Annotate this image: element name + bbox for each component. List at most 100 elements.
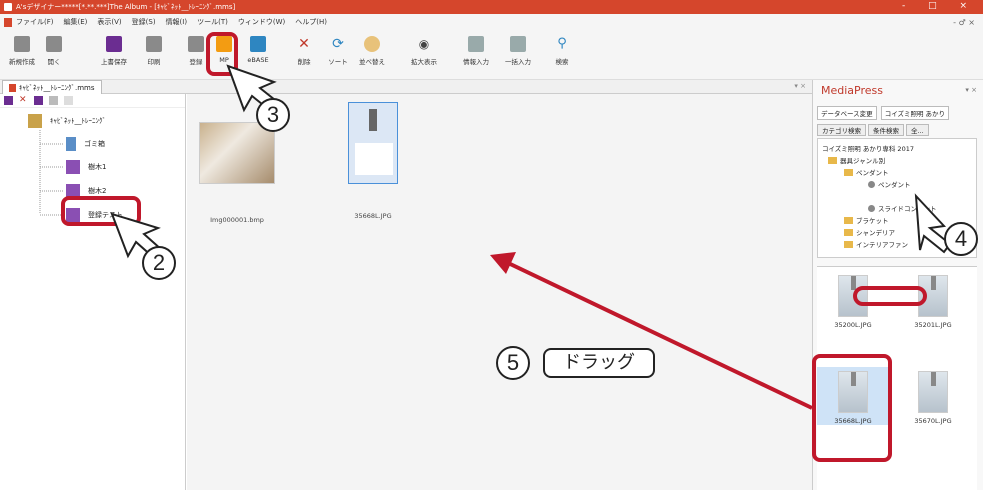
- highlight-result-item: [812, 354, 892, 462]
- register-label: 登録: [189, 58, 203, 66]
- result-image: [918, 371, 948, 413]
- sort-icon: ⟳: [332, 36, 344, 52]
- print-label: 印刷: [147, 58, 161, 66]
- search-icon: ⚲: [557, 36, 567, 51]
- tab-condition-search[interactable]: 条件検索: [868, 124, 904, 136]
- info-input-button[interactable]: 情報入力: [458, 36, 494, 76]
- new-button[interactable]: 新規作成: [4, 36, 40, 76]
- document-tab-bar: ｷｬﾋﾞﾈｯﾄ__ﾄﾚｰﾆﾝｸﾞ.mms ▾ ×: [0, 80, 812, 94]
- category-label: シャンデリア: [856, 229, 895, 237]
- open-label: 開く: [47, 58, 61, 66]
- menu-info[interactable]: 情報(I): [166, 17, 188, 27]
- bullet-icon: [868, 204, 875, 212]
- database-change-button[interactable]: データベース変更: [817, 106, 877, 120]
- print-button[interactable]: 印刷: [136, 36, 172, 76]
- thumbnail-image: [199, 122, 275, 184]
- document-tab-icon: [9, 83, 16, 92]
- zoom-view-label: 拡大表示: [411, 58, 437, 66]
- search-label: 検索: [555, 58, 569, 66]
- zoom-view-icon: ◉: [418, 37, 430, 51]
- delete-label: 削除: [297, 58, 311, 66]
- tab-all[interactable]: 全...: [906, 124, 929, 136]
- open-button[interactable]: 開く: [36, 36, 72, 76]
- save-button[interactable]: 上書保存: [96, 36, 132, 76]
- category-bracket[interactable]: ブラケット: [844, 215, 889, 225]
- rearrange-icon: [364, 36, 380, 52]
- database-select[interactable]: コイズミ照明 あかり: [880, 106, 950, 120]
- category-root[interactable]: コイズミ照明 あかり専科 2017: [822, 143, 914, 153]
- folder-icon: [844, 168, 853, 176]
- menu-register[interactable]: 登録(S): [132, 17, 156, 27]
- category-genre[interactable]: 器具ジャンル別: [828, 155, 885, 165]
- mediapress-title: MediaPress: [821, 84, 883, 97]
- folder-icon: [828, 156, 837, 164]
- album-content-area[interactable]: Img000001.bmp 35668L.JPG: [187, 94, 812, 490]
- search-button[interactable]: ⚲ 検索: [544, 36, 580, 76]
- category-label: 器具ジャンル別: [840, 157, 886, 165]
- category-slide-outlet[interactable]: スライドコンセント: [868, 203, 937, 213]
- category-label: インテリアファン: [856, 241, 908, 249]
- document-icon: [4, 17, 12, 27]
- highlight-register-test: [61, 196, 141, 226]
- folder-icon: [844, 216, 853, 224]
- app-icon: [4, 3, 12, 11]
- zoom-view-button[interactable]: ◉ 拡大表示: [406, 36, 442, 76]
- result-caption: 35200L.JPG: [834, 321, 872, 329]
- category-label: スライドコンセント: [878, 205, 937, 213]
- result-item[interactable]: 35670L.JPG: [897, 367, 969, 425]
- menu-help[interactable]: ヘルプ(H): [295, 17, 327, 27]
- open-icon: [46, 36, 62, 52]
- menu-file[interactable]: ファイル(F): [16, 17, 54, 27]
- thumbnail-image: [348, 102, 398, 184]
- ebase-icon: [250, 36, 266, 52]
- menu-edit[interactable]: 編集(E): [64, 17, 88, 27]
- category-chandelier[interactable]: シャンデリア: [844, 227, 895, 237]
- batch-input-button[interactable]: 一括入力: [500, 36, 536, 76]
- print-icon: [146, 36, 162, 52]
- step-4-callout: 4: [944, 222, 978, 256]
- thumbnail-item[interactable]: 35668L.JPG: [343, 102, 403, 220]
- mediapress-controls[interactable]: ▾ ×: [965, 86, 977, 94]
- category-pendant-folder[interactable]: ペンダント: [844, 167, 889, 177]
- title-bar: A'sデザイナー*****[*.**.***]The Album - [ｷｬﾋﾞ…: [0, 0, 983, 14]
- rearrange-button[interactable]: 並べ替え: [354, 36, 390, 76]
- menu-window[interactable]: ウィンドウ(W): [238, 17, 285, 27]
- result-caption: 35201L.JPG: [914, 321, 952, 329]
- sort-button[interactable]: ⟳ ソート: [320, 36, 356, 76]
- window-controls[interactable]: - □ ×: [902, 1, 977, 11]
- thumbnail-caption: Img000001.bmp: [210, 216, 264, 224]
- thumbnail-item[interactable]: Img000001.bmp: [197, 122, 277, 224]
- save-label: 上書保存: [101, 58, 127, 66]
- save-icon: [106, 36, 122, 52]
- folder-icon: [844, 240, 853, 248]
- tab-category-search[interactable]: カテゴリ検索: [817, 124, 866, 136]
- menu-view[interactable]: 表示(V): [97, 17, 121, 27]
- batch-input-label: 一括入力: [505, 58, 531, 66]
- step-5-callout: 5: [496, 346, 530, 380]
- thumbnail-caption: 35668L.JPG: [354, 212, 392, 220]
- menu-tools[interactable]: ツール(T): [197, 17, 228, 27]
- search-tabs: カテゴリ検索 条件検索 全...: [817, 124, 977, 136]
- window-title: A'sデザイナー*****[*.**.***]The Album - [ｷｬﾋﾞ…: [16, 3, 236, 11]
- ebase-button[interactable]: eBASE: [240, 36, 276, 76]
- result-caption: 35670L.JPG: [914, 417, 952, 425]
- tab-close-icon[interactable]: ▾ ×: [794, 82, 806, 90]
- delete-icon: ✕: [298, 36, 310, 52]
- drag-label: ドラッグ: [543, 348, 655, 378]
- bullet-icon: [868, 180, 875, 188]
- step-3-callout: 3: [256, 98, 290, 132]
- category-label: ペンダント: [856, 169, 889, 177]
- tab-document[interactable]: ｷｬﾋﾞﾈｯﾄ__ﾄﾚｰﾆﾝｸﾞ.mms: [2, 80, 102, 94]
- delete-button[interactable]: ✕ 削除: [286, 36, 322, 76]
- batch-input-icon: [510, 36, 526, 52]
- step-2-callout: 2: [142, 246, 176, 280]
- toolbar: 新規作成 開く 上書保存 印刷 登録 MP eBASE ✕ 削除 ⟳ ソート 並べ替…: [0, 30, 983, 80]
- info-input-label: 情報入力: [463, 58, 489, 66]
- category-interior-fan[interactable]: インテリアファン: [844, 239, 908, 249]
- mdi-controls[interactable]: - ♂ ×: [953, 18, 975, 27]
- tab-document-label: ｷｬﾋﾞﾈｯﾄ__ﾄﾚｰﾆﾝｸﾞ.mms: [19, 83, 95, 92]
- category-pendant[interactable]: ペンダント: [868, 179, 911, 189]
- ebase-label: eBASE: [247, 56, 269, 64]
- highlight-pendant: [853, 286, 927, 306]
- menu-bar: ファイル(F) 編集(E) 表示(V) 登録(S) 情報(I) ツール(T) ウ…: [0, 14, 983, 30]
